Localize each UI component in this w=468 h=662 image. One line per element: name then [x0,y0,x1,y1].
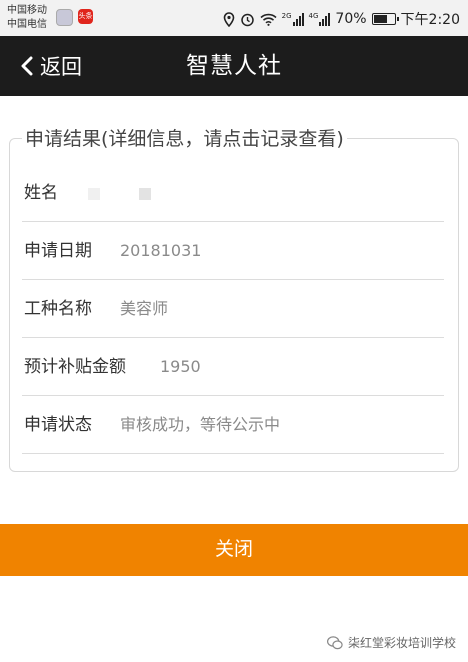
back-label: 返回 [40,55,82,79]
signal-bars-2-icon [319,12,331,26]
wechat-icon [326,635,343,649]
signal-1: 2G [281,11,304,26]
back-button[interactable]: 返回 [20,36,82,96]
nav-bar: 智慧人社 返回 [0,36,468,96]
row-value: 1950 [160,357,201,376]
carrier-2: 中国电信 [7,19,47,30]
row-value: 审核成功，等待公示中 [120,415,281,434]
signal-2: 4G [308,11,331,26]
carrier-info: 中国移动 中国电信 [7,4,47,32]
status-right: 2G 4G 70% 下午2:20 [223,9,460,29]
row-label: 申请状态 [24,415,92,435]
row-apply-status: 申请状态 审核成功，等待公示中 [22,396,444,454]
row-value: 美容师 [120,299,169,318]
carrier-1: 中国移动 [7,5,47,16]
row-subsidy-amount: 预计补贴金额 1950 [22,338,444,396]
redaction-block [139,187,152,200]
app-notification-icon [56,9,73,26]
row-label: 预计补贴金额 [24,357,126,377]
status-bar: 中国移动 中国电信 头条 2G 4G 70% 下午2:20 [0,0,468,36]
news-app-icon: 头条 [78,9,93,24]
row-label: 姓名 [24,183,58,203]
row-label: 申请日期 [24,241,92,261]
signal-bars-1-icon [292,12,304,26]
location-icon [223,11,234,27]
chevron-left-icon [21,56,33,76]
close-button[interactable]: 关闭 [0,524,468,576]
watermark-text: 柒红堂彩妆培训学校 [347,636,456,650]
row-name: 姓名 [22,164,444,222]
redaction-block [88,187,100,200]
watermark: 柒红堂彩妆培训学校 [326,634,456,651]
battery-percent: 70% [335,11,367,27]
notification-icons: 头条 [56,9,93,26]
battery-icon [371,13,399,25]
row-value: 20181031 [120,241,202,260]
network-type-2: 4G [308,11,319,20]
alarm-icon [240,13,254,26]
network-type-1: 2G [281,11,292,20]
row-label: 工种名称 [24,299,92,319]
result-legend: 申请结果(详细信息，请点击记录查看) [22,124,347,151]
name-value-redacted [88,164,152,222]
wifi-icon [260,13,277,26]
row-apply-date: 申请日期 20181031 [22,222,444,280]
row-job-type: 工种名称 美容师 [22,280,444,338]
clock: 下午2:20 [400,12,460,28]
